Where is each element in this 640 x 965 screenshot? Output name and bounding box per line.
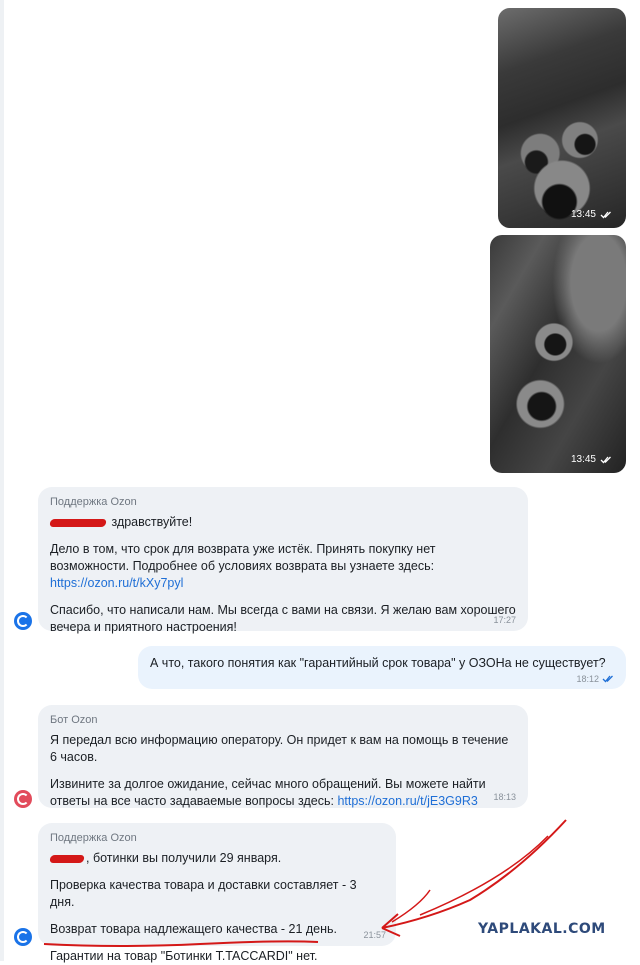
- site-watermark: YAPLAKAL.COM: [478, 921, 606, 937]
- annotation-overlay: [43, 819, 567, 947]
- arrow-annotation: [419, 835, 549, 916]
- arrow-annotation: [381, 819, 567, 937]
- underline-annotation: [43, 940, 319, 947]
